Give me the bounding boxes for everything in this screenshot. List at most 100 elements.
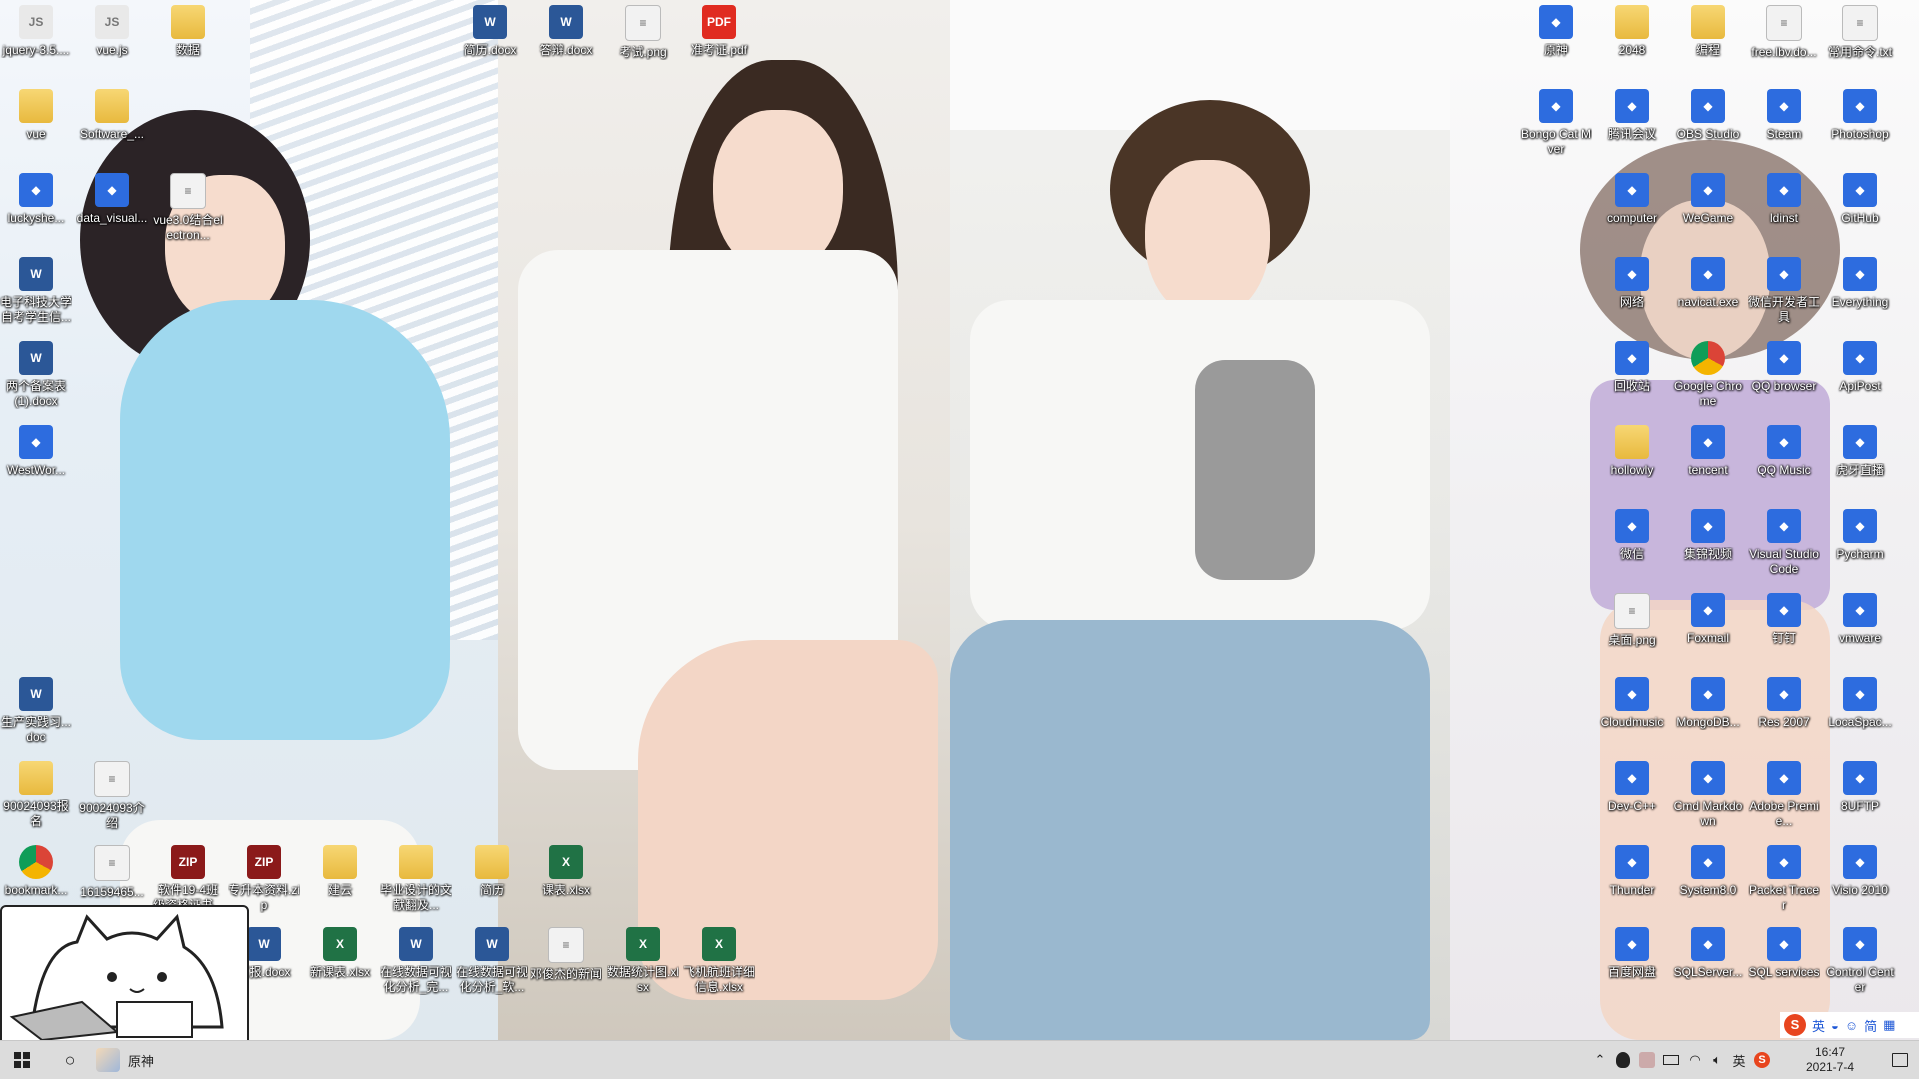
desktop-icon[interactable]: 编程 xyxy=(1672,2,1744,58)
desktop-icon[interactable]: bookmark... xyxy=(0,842,72,898)
desktop-icon[interactable]: ◆ Control Center xyxy=(1824,924,1896,995)
desktop-icon[interactable]: ◆ SQLServer... xyxy=(1672,924,1744,980)
ime-lang-toggle[interactable]: 英 xyxy=(1812,1016,1825,1035)
desktop-icon[interactable]: Software_... xyxy=(76,86,148,142)
desktop-icon[interactable]: ◆ GitHub xyxy=(1824,170,1896,226)
desktop-icon[interactable]: ◆ WestWor... xyxy=(0,422,72,478)
desktop-icon[interactable]: ◆ 微信 xyxy=(1596,506,1668,562)
desktop-icon[interactable]: ◆ 网络 xyxy=(1596,254,1668,310)
desktop-icon[interactable]: ◆ System8.0 xyxy=(1672,842,1744,898)
desktop-icon[interactable]: Google Chrome xyxy=(1672,338,1744,409)
desktop-icon[interactable]: ◆ QQ browser xyxy=(1748,338,1820,394)
wifi-icon[interactable]: ◠ xyxy=(1684,1041,1706,1079)
desktop-icon[interactable]: ◆ Foxmail xyxy=(1672,590,1744,646)
ime-toolbar[interactable]: S 英 ◒ ☺ 简 ▦ xyxy=(1780,1012,1919,1038)
desktop-icon[interactable]: ◆ MongoDB... xyxy=(1672,674,1744,730)
desktop-icon[interactable]: ◆ 原神 xyxy=(1520,2,1592,58)
desktop-icon[interactable]: PDF 准考证.pdf xyxy=(683,2,755,58)
desktop-icon[interactable]: ◆ LocaSpac... xyxy=(1824,674,1896,730)
desktop-icon[interactable]: ◆ Everything xyxy=(1824,254,1896,310)
sogou-tray-icon[interactable]: S xyxy=(1750,1041,1774,1079)
search-icon[interactable]: ○ xyxy=(48,1041,92,1079)
desktop-icon[interactable]: ◆ QQ Music xyxy=(1748,422,1820,478)
desktop-icon[interactable]: ◆ Photoshop xyxy=(1824,86,1896,142)
desktop-icon[interactable]: vue xyxy=(0,86,72,142)
desktop-icon[interactable]: ◆ Adobe Premie... xyxy=(1748,758,1820,829)
desktop-icon[interactable]: ◆ Thunder xyxy=(1596,842,1668,898)
desktop-icon[interactable]: ◆ OBS Studio xyxy=(1672,86,1744,142)
desktop-icon[interactable]: 简历 xyxy=(456,842,528,898)
genshin-tray-icon[interactable] xyxy=(1636,1041,1658,1079)
desktop-icon[interactable]: ◆ 回收站 xyxy=(1596,338,1668,394)
desktop-icon[interactable]: ◆ Cloudmusic xyxy=(1596,674,1668,730)
volume-icon[interactable]: 🔈︎ xyxy=(1706,1041,1728,1079)
desktop-icon[interactable]: JS vue.js xyxy=(76,2,148,58)
start-button[interactable] xyxy=(0,1041,44,1079)
desktop-icon[interactable]: ◆ Visio 2010 xyxy=(1824,842,1896,898)
ime-simplified-toggle[interactable]: 简 xyxy=(1864,1016,1877,1035)
desktop-icon[interactable]: ◆ tencent xyxy=(1672,422,1744,478)
desktop-icon[interactable]: X 新课表.xlsx xyxy=(304,924,376,980)
desktop-icon[interactable]: ◆ Dev-C++ xyxy=(1596,758,1668,814)
desktop-icon[interactable]: ◆ 虎牙直播 xyxy=(1824,422,1896,478)
desktop-icon[interactable]: W 在线数据可视化分析_完... xyxy=(380,924,452,995)
desktop-icon[interactable]: ◆ SQL services xyxy=(1748,924,1820,980)
desktop-icon[interactable]: ≡ vue3.0结合electron... xyxy=(152,170,224,243)
desktop-icon[interactable]: ≡ 常用命令.txt xyxy=(1824,2,1896,60)
desktop-icon[interactable]: ◆ Pycharm xyxy=(1824,506,1896,562)
desktop-icon[interactable]: ◆ navicat.exe xyxy=(1672,254,1744,310)
desktop-icon[interactable]: ◆ vmware xyxy=(1824,590,1896,646)
desktop-icon[interactable]: ◆ data_visual... xyxy=(76,170,148,226)
desktop-icon[interactable]: ◆ 百度网盘 xyxy=(1596,924,1668,980)
desktop-icon[interactable]: ◆ 微信开发者工具 xyxy=(1748,254,1820,325)
desktop-icon[interactable]: ◆ computer xyxy=(1596,170,1668,226)
clock[interactable]: 16:47 2021-7-4 xyxy=(1780,1041,1880,1079)
desktop-icon[interactable]: ZIP 专升本资料.zip xyxy=(228,842,300,913)
desktop-icon[interactable]: ≡ 16159465... xyxy=(76,842,148,900)
desktop-icon[interactable]: ◆ ApiPost xyxy=(1824,338,1896,394)
desktop-icon[interactable]: ≡ 90024093介绍 xyxy=(76,758,148,831)
desktop-icon[interactable]: ◆ luckyshe... xyxy=(0,170,72,226)
desktop-icon[interactable]: ZIP软件19-4班级资格证书... xyxy=(152,842,224,913)
desktop-icon[interactable]: ◆ Cmd Markdown xyxy=(1672,758,1744,829)
desktop-icon[interactable]: ◆ Res 2007 xyxy=(1748,674,1820,730)
desktop-icon[interactable]: W 生产实践习...doc xyxy=(0,674,72,745)
ime-language-indicator[interactable]: 英 xyxy=(1728,1041,1750,1079)
desktop-icon[interactable]: ≡ 桌面.png xyxy=(1596,590,1668,648)
desktop-icon[interactable]: X 飞机航班详细信息.xlsx xyxy=(683,924,755,995)
taskbar-app-genshin[interactable]: 原神 xyxy=(96,1041,196,1079)
ime-toolbox-icon[interactable]: ▦ xyxy=(1883,1017,1895,1033)
desktop-icon[interactable]: ◆ 钉钉 xyxy=(1748,590,1820,646)
desktop-icon[interactable]: 毕业设计的文献翻及... xyxy=(380,842,452,913)
desktop-icon[interactable]: ≡ free.lbv.do... xyxy=(1748,2,1820,60)
notification-center-icon[interactable] xyxy=(1880,1041,1919,1079)
desktop-icon[interactable]: ≡ 考试.png xyxy=(607,2,679,60)
desktop-icon[interactable]: ◆ 8UFTP xyxy=(1824,758,1896,814)
desktop-icon[interactable]: ◆ Bongo Cat Mver xyxy=(1520,86,1592,157)
battery-icon[interactable] xyxy=(1660,1041,1682,1079)
desktop-icon[interactable]: W 两个备案表(1).docx xyxy=(0,338,72,409)
desktop-icon[interactable]: ◆ 腾讯会议 xyxy=(1596,86,1668,142)
ime-emoji-icon[interactable]: ☺ xyxy=(1845,1018,1858,1033)
ime-punct-icon[interactable]: ◒ xyxy=(1831,1018,1839,1033)
desktop-icon[interactable]: hollowly xyxy=(1596,422,1668,478)
desktop-icon[interactable]: ◆ ldinst xyxy=(1748,170,1820,226)
desktop-icon[interactable]: 数据 xyxy=(152,2,224,58)
desktop-icon[interactable]: W 在线数据可视化分析_软... xyxy=(456,924,528,995)
desktop-icon[interactable]: ≡ 邓俊杰的新闻 xyxy=(530,924,602,982)
desktop-icon[interactable]: JS jquery-3.5.... xyxy=(0,2,72,58)
desktop-icon[interactable]: ◆ WeGame xyxy=(1672,170,1744,226)
desktop-icon[interactable]: ◆ Steam xyxy=(1748,86,1820,142)
desktop-icon[interactable]: 2048 xyxy=(1596,2,1668,58)
desktop-icon[interactable]: X 课表.xlsx xyxy=(530,842,602,898)
desktop-icon[interactable]: W 答辩.docx xyxy=(530,2,602,58)
desktop-icon[interactable]: W 电子科技大学自考学生信... xyxy=(0,254,72,325)
desktop-icon[interactable]: X 数据统计图.xlsx xyxy=(607,924,679,995)
desktop-icon[interactable]: ◆ 集锦视频 xyxy=(1672,506,1744,562)
tray-expand-icon[interactable]: ⌃ xyxy=(1590,1041,1610,1079)
desktop-icon[interactable]: 90024093报名 xyxy=(0,758,72,829)
desktop-icon[interactable]: W 简历.docx xyxy=(454,2,526,58)
desktop-icon[interactable]: ◆ Visual Studio Code xyxy=(1748,506,1820,577)
desktop-icon[interactable]: ◆ Packet Tracer xyxy=(1748,842,1820,913)
qq-tray-icon[interactable] xyxy=(1612,1041,1634,1079)
